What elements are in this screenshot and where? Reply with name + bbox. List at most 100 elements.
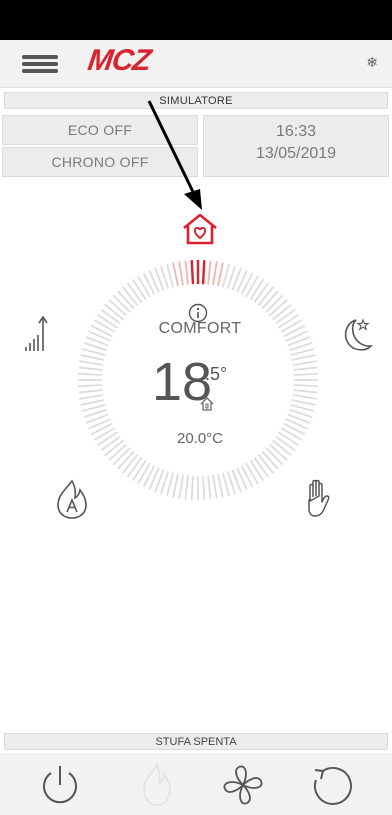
dial-tick: [293, 366, 318, 371]
dial-tick: [166, 472, 175, 497]
dial-tick: [81, 403, 106, 412]
dial-tick: [79, 394, 104, 400]
dial-tick: [172, 473, 179, 498]
stove-status: STUFA SPENTA: [4, 733, 388, 750]
dial-tick: [212, 474, 218, 499]
dial-tick: [280, 319, 303, 333]
hand-icon[interactable]: [301, 477, 335, 519]
dial-tick: [257, 286, 275, 306]
chrono-mode-button[interactable]: CHRONO OFF: [2, 147, 198, 177]
dial-tick: [131, 278, 147, 300]
dial-tick: [257, 454, 275, 474]
dial-tick: [178, 261, 184, 286]
dial-tick: [249, 460, 265, 482]
dial-tick: [112, 447, 131, 466]
dial-tick: [190, 475, 194, 500]
dial-tick: [78, 389, 103, 394]
dial-tick: [93, 427, 116, 441]
dial-tick: [253, 282, 270, 303]
dial-tick: [261, 450, 279, 470]
signal-power-icon[interactable]: [24, 313, 48, 355]
moon-star-icon[interactable]: [340, 316, 374, 354]
power-icon[interactable]: [36, 761, 84, 809]
dial-tick: [100, 308, 121, 325]
dial-tick: [291, 399, 316, 406]
dial-tick: [293, 389, 318, 394]
dial-tick: [265, 447, 284, 466]
dial-tick: [207, 475, 212, 500]
dial-tick: [121, 286, 139, 306]
dial-tick: [292, 360, 317, 366]
setpoint-value: 20.0°C: [176, 430, 224, 447]
dial-tick: [217, 473, 224, 498]
dial-tick: [207, 260, 212, 285]
clock-time: 16:33: [275, 123, 317, 140]
dial-tick: [278, 313, 300, 329]
clock-panel: 16:33 13/05/2019: [203, 115, 389, 177]
dial-tick: [249, 278, 265, 300]
dial-tick: [202, 475, 206, 500]
dial-tick: [172, 262, 179, 287]
dial-tick: [280, 427, 303, 441]
fan-icon[interactable]: [219, 761, 267, 809]
simulator-label: SIMULATORE: [4, 92, 388, 109]
dial-tick: [184, 260, 189, 285]
dial-tick: [190, 260, 195, 285]
bottom-toolbar: [0, 753, 392, 815]
dial-tick: [290, 348, 315, 357]
snowflake-icon[interactable]: ❄: [366, 54, 378, 71]
dial-tick: [108, 299, 128, 317]
house-heart-icon[interactable]: [181, 212, 219, 246]
dial-tick: [81, 348, 106, 357]
flame-icon[interactable]: [133, 761, 181, 809]
dial-tick: [290, 403, 315, 412]
eco-mode-button[interactable]: ECO OFF: [2, 115, 198, 145]
temperature-decimal: .5°: [205, 364, 228, 384]
dial-tick: [80, 399, 105, 406]
dial-tick: [121, 454, 139, 474]
dial-tick: [245, 462, 259, 485]
dial-tick: [292, 394, 317, 400]
dial-tick: [126, 457, 143, 478]
dial-tick: [79, 360, 104, 366]
dial-tick: [112, 294, 131, 313]
dial-tick: [184, 475, 189, 500]
dial-tick: [166, 263, 175, 288]
dial-tick: [261, 290, 279, 310]
menu-icon[interactable]: [22, 55, 58, 73]
dial-tick: [178, 474, 184, 499]
dial-tick: [201, 260, 206, 285]
mode-label: COMFORT: [158, 320, 242, 337]
dial-tick: [293, 384, 318, 388]
dial-tick: [293, 372, 318, 376]
dial-tick: [137, 275, 151, 298]
dial-tick: [131, 460, 147, 482]
mcz-logo: MCZ: [85, 44, 153, 77]
dial-tick: [117, 290, 135, 310]
dial-tick: [217, 262, 224, 287]
dial-tick: [221, 263, 230, 288]
dial-tick: [265, 294, 284, 313]
app-header: MCZ ❄: [0, 40, 392, 88]
dial-tick: [96, 313, 118, 329]
dial-tick: [93, 319, 116, 333]
dial-tick: [126, 282, 143, 303]
dial-tick: [96, 431, 118, 447]
room-temp-icon: [200, 397, 214, 411]
dial-tick: [117, 450, 135, 470]
dial-tick: [291, 354, 316, 361]
dial-tick: [253, 457, 270, 478]
status-bar: [0, 0, 392, 40]
dial-tick: [104, 303, 124, 321]
dial-tick: [221, 472, 230, 497]
dial-tick: [272, 303, 292, 321]
dial-tick: [245, 275, 259, 298]
clock-date: 13/05/2019: [255, 145, 337, 162]
dial-tick: [278, 431, 300, 447]
dial-tick: [212, 261, 218, 286]
refresh-icon[interactable]: [308, 761, 356, 809]
dial-tick: [100, 435, 121, 452]
dial-tick: [137, 462, 151, 485]
dial-tick: [78, 372, 103, 376]
auto-flame-icon[interactable]: [54, 478, 90, 520]
